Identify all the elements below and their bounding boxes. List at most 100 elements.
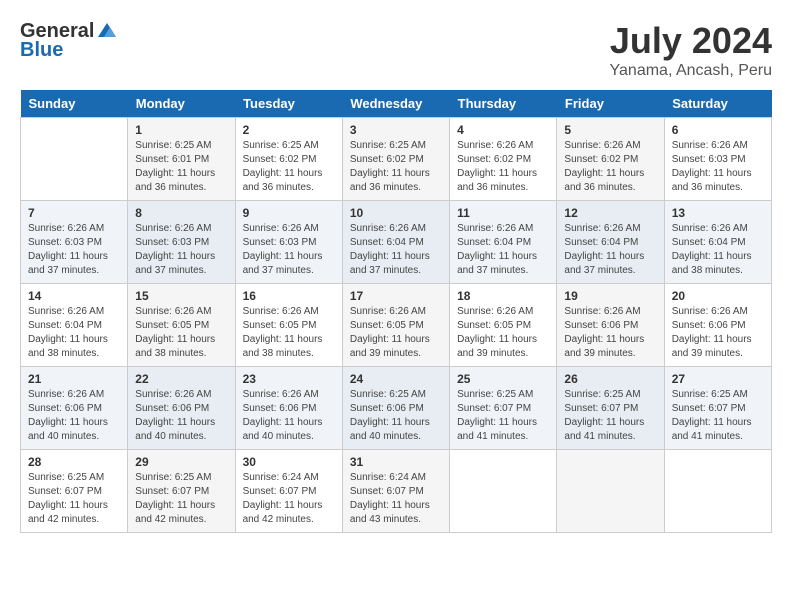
weekday-header-saturday: Saturday [664,90,771,118]
day-info: Sunrise: 6:26 AMSunset: 6:06 PMDaylight:… [135,388,227,444]
calendar-cell: 8 Sunrise: 6:26 AMSunset: 6:03 PMDaylight… [128,201,235,284]
day-number: 1 [135,123,227,137]
day-number: 2 [243,123,335,137]
day-number: 27 [672,372,764,386]
calendar-cell: 20 Sunrise: 6:26 AMSunset: 6:06 PMDayligh… [664,284,771,367]
day-info: Sunrise: 6:26 AMSunset: 6:06 PMDaylight:… [243,388,335,444]
logo: General Blue [20,20,118,62]
weekday-header-monday: Monday [128,90,235,118]
calendar-cell: 7 Sunrise: 6:26 AMSunset: 6:03 PMDaylight… [21,201,128,284]
day-number: 30 [243,455,335,469]
day-number: 19 [564,289,656,303]
month-title: July 2024 [610,20,772,62]
day-info: Sunrise: 6:26 AMSunset: 6:04 PMDaylight:… [672,222,764,278]
day-info: Sunrise: 6:25 AMSunset: 6:06 PMDaylight:… [350,388,442,444]
day-number: 16 [243,289,335,303]
weekday-header-friday: Friday [557,90,664,118]
day-number: 22 [135,372,227,386]
day-info: Sunrise: 6:26 AMSunset: 6:05 PMDaylight:… [135,305,227,361]
calendar-week-row: 7 Sunrise: 6:26 AMSunset: 6:03 PMDaylight… [21,201,772,284]
day-number: 8 [135,206,227,220]
calendar-cell: 5Sunrise: 6:26 AMSunset: 6:02 PMDaylight… [557,118,664,201]
page-header: General Blue July 2024 Yanama, Ancash, P… [20,20,772,80]
calendar-cell: 22 Sunrise: 6:26 AMSunset: 6:06 PMDayligh… [128,367,235,450]
day-info: Sunrise: 6:26 AMSunset: 6:06 PMDaylight:… [564,305,656,361]
day-number: 28 [28,455,120,469]
calendar-cell [557,450,664,533]
day-number: 9 [243,206,335,220]
weekday-header-wednesday: Wednesday [342,90,449,118]
day-info: Sunrise: 6:24 AMSunset: 6:07 PMDaylight:… [350,471,442,527]
day-number: 29 [135,455,227,469]
day-info: Sunrise: 6:26 AMSunset: 6:05 PMDaylight:… [243,305,335,361]
day-info: Sunrise: 6:26 AMSunset: 6:06 PMDaylight:… [672,305,764,361]
day-number: 15 [135,289,227,303]
day-info: Sunrise: 6:26 AMSunset: 6:04 PMDaylight:… [564,222,656,278]
calendar-cell: 21Sunrise: 6:26 AMSunset: 6:06 PMDayligh… [21,367,128,450]
calendar-cell: 18Sunrise: 6:26 AMSunset: 6:05 PMDayligh… [450,284,557,367]
weekday-header-tuesday: Tuesday [235,90,342,118]
day-number: 23 [243,372,335,386]
calendar-cell: 30 Sunrise: 6:24 AMSunset: 6:07 PMDayligh… [235,450,342,533]
day-info: Sunrise: 6:26 AMSunset: 6:03 PMDaylight:… [672,139,764,195]
weekday-header-thursday: Thursday [450,90,557,118]
calendar-cell: 1 Sunrise: 6:25 AMSunset: 6:01 PMDaylight… [128,118,235,201]
day-number: 20 [672,289,764,303]
day-number: 11 [457,206,549,220]
day-number: 24 [350,372,442,386]
day-info: Sunrise: 6:26 AMSunset: 6:06 PMDaylight:… [28,388,120,444]
calendar-cell: 3 Sunrise: 6:25 AMSunset: 6:02 PMDaylight… [342,118,449,201]
day-number: 14 [28,289,120,303]
calendar-cell: 25Sunrise: 6:25 AMSunset: 6:07 PMDayligh… [450,367,557,450]
day-info: Sunrise: 6:26 AMSunset: 6:03 PMDaylight:… [135,222,227,278]
day-number: 7 [28,206,120,220]
day-number: 18 [457,289,549,303]
calendar-cell: 15 Sunrise: 6:26 AMSunset: 6:05 PMDayligh… [128,284,235,367]
day-number: 26 [564,372,656,386]
title-area: July 2024 Yanama, Ancash, Peru [610,20,772,80]
calendar-cell: 4 Sunrise: 6:26 AMSunset: 6:02 PMDaylight… [450,118,557,201]
weekday-header-sunday: Sunday [21,90,128,118]
calendar-cell [664,450,771,533]
calendar-cell: 12 Sunrise: 6:26 AMSunset: 6:04 PMDayligh… [557,201,664,284]
day-number: 4 [457,123,549,137]
day-info: Sunrise: 6:25 AMSunset: 6:01 PMDaylight:… [135,139,227,195]
day-number: 17 [350,289,442,303]
day-info: Sunrise: 6:26 AMSunset: 6:04 PMDaylight:… [28,305,120,361]
day-info: Sunrise: 6:24 AMSunset: 6:07 PMDaylight:… [243,471,335,527]
weekday-header-row: SundayMondayTuesdayWednesdayThursdayFrid… [21,90,772,118]
calendar-cell: 10 Sunrise: 6:26 AMSunset: 6:04 PMDayligh… [342,201,449,284]
day-info: Sunrise: 6:25 AMSunset: 6:07 PMDaylight:… [457,388,549,444]
day-info: Sunrise: 6:26 AMSunset: 6:04 PMDaylight:… [350,222,442,278]
calendar-cell [21,118,128,201]
calendar-cell: 16 Sunrise: 6:26 AMSunset: 6:05 PMDayligh… [235,284,342,367]
day-info: Sunrise: 6:26 AMSunset: 6:03 PMDaylight:… [28,222,120,278]
calendar-week-row: 1 Sunrise: 6:25 AMSunset: 6:01 PMDaylight… [21,118,772,201]
calendar-cell: 6Sunrise: 6:26 AMSunset: 6:03 PMDaylight… [664,118,771,201]
day-info: Sunrise: 6:26 AMSunset: 6:02 PMDaylight:… [457,139,549,195]
calendar-cell [450,450,557,533]
day-number: 12 [564,206,656,220]
day-info: Sunrise: 6:26 AMSunset: 6:05 PMDaylight:… [350,305,442,361]
location-title: Yanama, Ancash, Peru [610,62,772,80]
calendar-cell: 27 Sunrise: 6:25 AMSunset: 6:07 PMDayligh… [664,367,771,450]
day-info: Sunrise: 6:25 AMSunset: 6:02 PMDaylight:… [350,139,442,195]
calendar-cell: 19 Sunrise: 6:26 AMSunset: 6:06 PMDayligh… [557,284,664,367]
day-info: Sunrise: 6:25 AMSunset: 6:07 PMDaylight:… [28,471,120,527]
logo-icon [96,21,118,39]
calendar-cell: 23 Sunrise: 6:26 AMSunset: 6:06 PMDayligh… [235,367,342,450]
calendar-week-row: 21Sunrise: 6:26 AMSunset: 6:06 PMDayligh… [21,367,772,450]
calendar-cell: 14 Sunrise: 6:26 AMSunset: 6:04 PMDayligh… [21,284,128,367]
day-number: 3 [350,123,442,137]
day-info: Sunrise: 6:26 AMSunset: 6:02 PMDaylight:… [564,139,656,195]
day-number: 10 [350,206,442,220]
day-number: 13 [672,206,764,220]
calendar-cell: 2 Sunrise: 6:25 AMSunset: 6:02 PMDaylight… [235,118,342,201]
calendar-cell: 9Sunrise: 6:26 AMSunset: 6:03 PMDaylight… [235,201,342,284]
calendar-week-row: 28 Sunrise: 6:25 AMSunset: 6:07 PMDayligh… [21,450,772,533]
calendar-cell: 17 Sunrise: 6:26 AMSunset: 6:05 PMDayligh… [342,284,449,367]
day-info: Sunrise: 6:25 AMSunset: 6:02 PMDaylight:… [243,139,335,195]
calendar-week-row: 14 Sunrise: 6:26 AMSunset: 6:04 PMDayligh… [21,284,772,367]
calendar-cell: 11Sunrise: 6:26 AMSunset: 6:04 PMDayligh… [450,201,557,284]
day-info: Sunrise: 6:25 AMSunset: 6:07 PMDaylight:… [672,388,764,444]
